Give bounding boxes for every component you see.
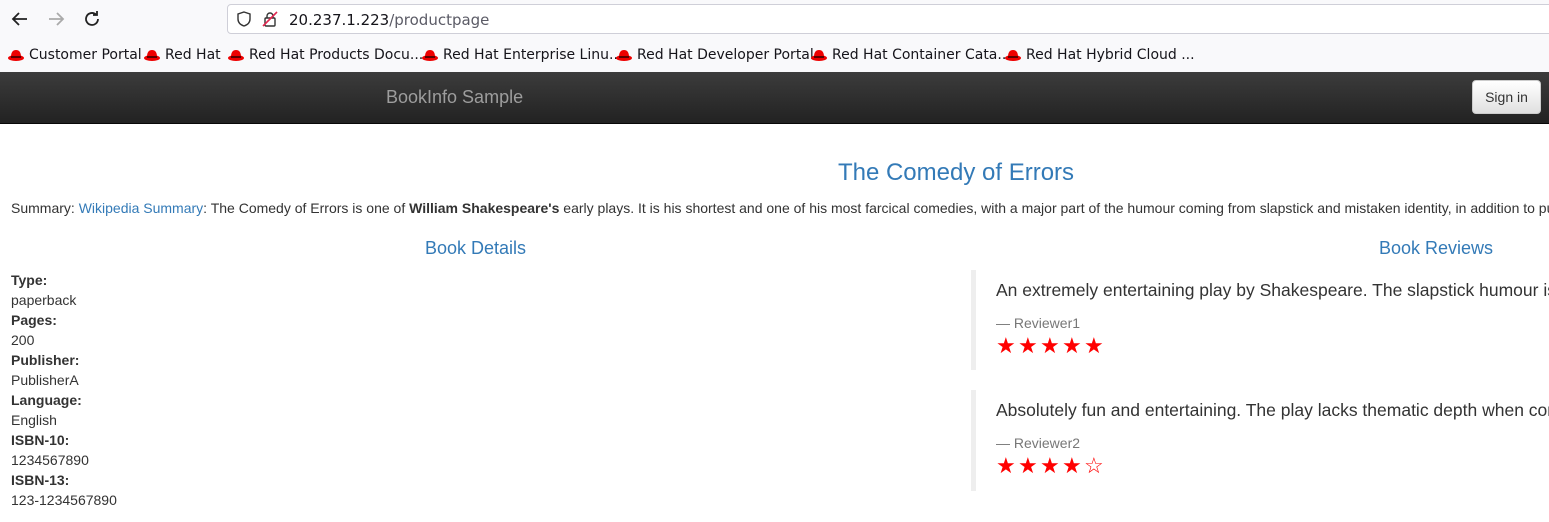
back-icon[interactable] [8, 7, 32, 31]
bookmark-container-catalog[interactable]: Red Hat Container Cata... [811, 46, 1011, 64]
bookmark-label: Red Hat Products Docu... [249, 47, 424, 63]
star-filled-icon: ★ [996, 453, 1018, 478]
detail-value-isbn13: 123-1234567890 [11, 492, 117, 508]
bookmark-products-docs[interactable]: Red Hat Products Docu... [228, 46, 423, 64]
detail-value-publisher: PublisherA [11, 372, 79, 388]
redhat-icon [8, 50, 24, 61]
summary-label: Summary: [11, 200, 79, 216]
review-block: Absolutely fun and entertaining. The pla… [971, 390, 1549, 491]
star-filled-icon: ★ [1062, 453, 1084, 478]
detail-value-type: paperback [11, 292, 77, 308]
star-filled-icon: ★ [1040, 453, 1062, 478]
bookmark-red-hat[interactable]: Red Hat [144, 46, 221, 64]
bookmark-label: Customer Portal [29, 47, 142, 63]
redhat-icon [811, 50, 827, 61]
star-rating: ★★★★★ [996, 333, 1549, 359]
bookmark-customer-portal[interactable]: Customer Portal [8, 46, 142, 64]
bookmark-hybrid-cloud[interactable]: Red Hat Hybrid Cloud ... [1005, 46, 1195, 64]
bookmark-label: Red Hat Container Cata... [832, 47, 1011, 63]
shield-icon[interactable] [236, 11, 252, 27]
redhat-icon [228, 50, 244, 61]
reviewer-name: — Reviewer1 [996, 315, 1081, 331]
sign-in-button[interactable]: Sign in [1472, 80, 1541, 114]
book-details-list: Type: paperback Pages: 200 Publisher: Pu… [11, 270, 117, 510]
wikipedia-summary-link[interactable]: Wikipedia Summary [79, 200, 203, 216]
bookmark-label: Red Hat Hybrid Cloud ... [1026, 47, 1195, 63]
star-filled-icon: ★ [1062, 333, 1084, 358]
url-text: 20.237.1.223/productpage [289, 11, 489, 29]
detail-label-isbn13: ISBN-13: [11, 472, 70, 488]
url-host: 20.237.1.223 [289, 11, 390, 29]
summary-text-pre: : The Comedy of Errors is one of [203, 200, 410, 216]
detail-value-isbn10: 1234567890 [11, 452, 89, 468]
star-filled-icon: ★ [1018, 333, 1040, 358]
book-reviews-heading: Book Reviews [1378, 238, 1494, 258]
product-title: The Comedy of Errors [837, 159, 1075, 186]
star-rating: ★★★★☆ [996, 453, 1549, 479]
star-filled-icon: ★ [1084, 333, 1106, 358]
detail-label-publisher: Publisher: [11, 352, 80, 368]
detail-label-type: Type: [11, 272, 48, 288]
url-path: /productpage [389, 11, 490, 29]
reload-icon[interactable] [80, 7, 104, 31]
summary-author: William Shakespeare's [409, 200, 560, 216]
summary-text-post: early plays. It is his shortest and one … [559, 200, 1549, 216]
detail-label-language: Language: [11, 392, 82, 408]
bookmarks-bar: Customer Portal Red Hat Red Hat Products… [0, 38, 1549, 73]
detail-value-pages: 200 [11, 332, 35, 348]
redhat-icon [144, 50, 160, 61]
detail-label-isbn10: ISBN-10: [11, 432, 70, 448]
review-text: An extremely entertaining play by Shakes… [996, 280, 1549, 300]
insecure-lock-icon[interactable] [262, 11, 278, 27]
redhat-icon [616, 50, 632, 61]
book-details-heading: Book Details [424, 238, 527, 258]
address-bar[interactable]: 20.237.1.223/productpage [227, 4, 1549, 34]
bookmark-enterprise-linux[interactable]: Red Hat Enterprise Linu... [422, 46, 622, 64]
bookmark-label: Red Hat [165, 47, 221, 63]
redhat-icon [1005, 50, 1021, 61]
star-filled-icon: ★ [1040, 333, 1062, 358]
product-summary: Summary: Wikipedia Summary: The Comedy o… [11, 200, 1549, 216]
detail-value-language: English [11, 412, 57, 428]
forward-icon[interactable] [44, 7, 68, 31]
reviewer-name: — Reviewer2 [996, 435, 1081, 451]
browser-toolbar: 20.237.1.223/productpage [0, 0, 1549, 38]
brand-link[interactable]: BookInfo Sample [386, 87, 523, 108]
app-navbar: BookInfo Sample Sign in [0, 72, 1549, 124]
bookmark-developer-portal[interactable]: Red Hat Developer Portal [616, 46, 814, 64]
review-text: Absolutely fun and entertaining. The pla… [996, 400, 1549, 420]
star-filled-icon: ★ [1018, 453, 1040, 478]
bookmark-label: Red Hat Developer Portal [637, 47, 814, 63]
bookmark-label: Red Hat Enterprise Linu... [443, 47, 623, 63]
redhat-icon [422, 50, 438, 61]
star-filled-icon: ★ [996, 333, 1018, 358]
review-block: An extremely entertaining play by Shakes… [971, 270, 1549, 370]
star-empty-icon: ☆ [1084, 453, 1106, 478]
detail-label-pages: Pages: [11, 312, 57, 328]
